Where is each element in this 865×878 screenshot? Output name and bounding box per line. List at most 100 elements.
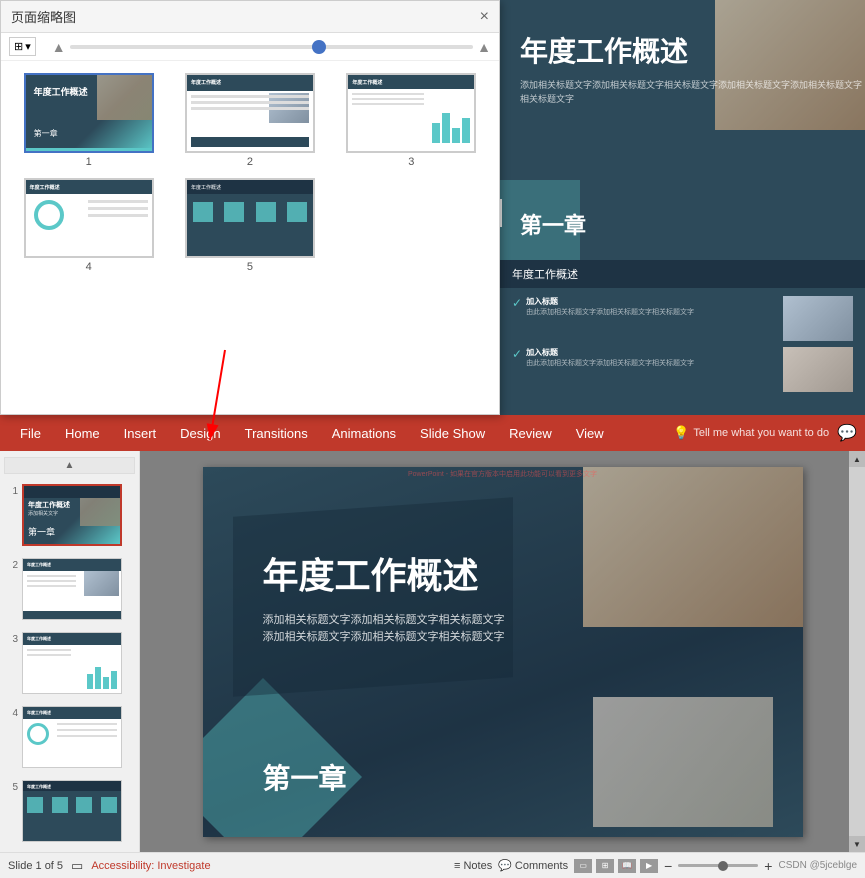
scroll-track[interactable] — [849, 467, 865, 836]
tab-review[interactable]: Review — [497, 418, 564, 449]
view-toggle-button[interactable]: ⊞ ▾ — [9, 37, 36, 56]
ribbon-search-area[interactable]: 💡 Tell me what you want to do — [673, 425, 829, 441]
slide5-header-text: 年度工作概述 — [191, 184, 309, 191]
thumb2-bottom — [23, 611, 121, 619]
slide4-line3 — [88, 214, 148, 217]
scroll-up-button[interactable]: ▲ — [4, 457, 135, 474]
tab-slideshow[interactable]: Slide Show — [408, 418, 497, 449]
zoom-slider[interactable] — [678, 864, 758, 867]
slide1-accent-bar — [26, 148, 152, 151]
slide-list-item-3[interactable]: 3 年度工作概述 — [4, 630, 135, 696]
tab-file[interactable]: File — [8, 418, 53, 449]
slide-thumbnail-1[interactable]: 年度工作概述 添加相关文字 第一章 — [22, 484, 122, 546]
thumbnail-item-4[interactable]: 年度工作概述 4 — [13, 178, 164, 273]
bullet1-image — [783, 296, 853, 341]
zoom-slider-area: ▲ ▲ — [52, 39, 491, 55]
slide-view-icon: ▭ — [71, 858, 83, 874]
slide-num-2: 2 — [6, 560, 18, 571]
zoom-plus[interactable]: + — [764, 858, 772, 874]
thumbnail-slide-2[interactable]: 年度工作概述 — [185, 73, 315, 153]
thumb4-line1 — [57, 723, 117, 725]
slide-num-3: 3 — [6, 634, 18, 645]
tab-transitions[interactable]: Transitions — [233, 418, 320, 449]
normal-view-icon[interactable]: ▭ — [574, 859, 592, 873]
thumbnail-item-2[interactable]: 年度工作概述 2 — [174, 73, 325, 168]
slide-edit-area[interactable]: PowerPoint - 如果在官方版本中启用此功能可以看到更多文字 年度工作概… — [140, 451, 865, 852]
slide-thumbnail-4[interactable]: 年度工作概述 — [22, 706, 122, 768]
watermark-text: PowerPoint - 如果在官方版本中启用此功能可以看到更多文字 — [408, 469, 597, 479]
thumb3-bar4 — [111, 671, 117, 689]
thumb5-icons — [23, 797, 121, 813]
status-left-area: Slide 1 of 5 ▭ Accessibility: Investigat… — [8, 858, 211, 874]
ribbon: File Home Insert Design Transitions Anim… — [0, 415, 865, 451]
slide-sorter-icon[interactable]: ⊞ — [596, 859, 614, 873]
bullet1-desc: 由此添加相关标题文字添加相关标题文字相关标题文字 — [526, 307, 694, 317]
scroll-down-btn[interactable]: ▼ — [849, 836, 865, 852]
panel-collapse-button[interactable]: ◀ — [500, 199, 502, 227]
preview-main-title: 年度工作概述 — [520, 30, 865, 70]
thumb3-line1 — [27, 649, 71, 651]
thumbnail-item-3[interactable]: 年度工作概述 3 — [336, 73, 487, 168]
close-icon[interactable]: × — [480, 8, 489, 26]
slide-thumbnail-5[interactable]: 年度工作概述 — [22, 780, 122, 842]
slide-info: Slide 1 of 5 — [8, 860, 63, 872]
grid-icon: ⊞ — [14, 40, 23, 53]
slide3-header-text: 年度工作概述 — [352, 79, 470, 86]
tab-home[interactable]: Home — [53, 418, 112, 449]
zoom-out-icon[interactable]: ▲ — [52, 39, 66, 55]
slide-list-item-2[interactable]: 2 年度工作概述 — [4, 556, 135, 622]
slide4-header-text: 年度工作概述 — [30, 184, 148, 191]
thumb2-lines — [27, 575, 76, 590]
tab-animations[interactable]: Animations — [320, 418, 408, 449]
slide-list-item-5[interactable]: 5 年度工作概述 — [4, 778, 135, 844]
search-text[interactable]: Tell me what you want to do — [693, 427, 829, 439]
scroll-up-btn[interactable]: ▲ — [849, 451, 865, 467]
slideshow-icon[interactable]: ▶ — [640, 859, 658, 873]
slide-main-title: 年度工作概述 — [263, 547, 479, 599]
slide3-line3 — [352, 103, 424, 105]
slide2-header-text: 年度工作概述 — [191, 79, 309, 86]
thumbnail-slide-5[interactable]: 年度工作概述 — [185, 178, 315, 258]
thumb2-line1 — [27, 575, 76, 577]
slide1-title: 年度工作概述 — [34, 85, 88, 98]
notes-button[interactable]: ≡ Notes — [454, 860, 492, 872]
chat-icon[interactable]: 💬 — [837, 423, 857, 443]
thumbnail-slide-3[interactable]: 年度工作概述 — [346, 73, 476, 153]
checkmark-icon-2: ✓ — [512, 347, 522, 361]
slide2-bottom-bar — [191, 137, 309, 147]
zoom-in-icon[interactable]: ▲ — [477, 39, 491, 55]
slide-thumbnail-3[interactable]: 年度工作概述 — [22, 632, 122, 694]
thumb4-lines — [57, 723, 117, 741]
thumbnail-slide-4[interactable]: 年度工作概述 — [24, 178, 154, 258]
checkmark-icon-1: ✓ — [512, 296, 522, 310]
slide-list-item-4[interactable]: 4 年度工作概述 — [4, 704, 135, 770]
lightbulb-icon: 💡 — [673, 425, 689, 441]
thumbnail-item-5[interactable]: 年度工作概述 5 — [174, 178, 325, 273]
slide4-lines — [88, 200, 148, 221]
zoom-track[interactable] — [70, 45, 474, 49]
tab-insert[interactable]: Insert — [112, 418, 169, 449]
comments-icon: 💬 — [498, 859, 512, 872]
thumb3-chart — [87, 667, 117, 689]
tab-design[interactable]: Design — [168, 418, 232, 449]
zoom-slider-thumb[interactable] — [718, 861, 728, 871]
comments-button[interactable]: 💬 Comments — [498, 859, 568, 872]
thumb5-icon4 — [101, 797, 117, 813]
slide-list-item-1[interactable]: 1 年度工作概述 添加相关文字 第一章 — [4, 482, 135, 548]
notes-label: Notes — [463, 860, 492, 872]
preview-bullets: ✓ 加入标题 由此添加相关标题文字添加相关标题文字相关标题文字 ✓ 加入标题 由… — [500, 288, 865, 406]
tab-view[interactable]: View — [564, 418, 616, 449]
attribution-text: CSDN @5jceblge — [778, 860, 857, 871]
slide-chapter: 第一章 — [263, 757, 347, 797]
thumb3-bar1 — [87, 674, 93, 689]
slide-thumbnail-2[interactable]: 年度工作概述 — [22, 558, 122, 620]
thumbnail-num-5: 5 — [247, 261, 253, 273]
zoom-minus[interactable]: − — [664, 858, 672, 874]
preview-chapter: 第一章 — [520, 208, 586, 240]
thumbnail-slide-1[interactable]: 年度工作概述 第一章 — [24, 73, 154, 153]
slide-num-5: 5 — [6, 782, 18, 793]
reading-view-icon[interactable]: 📖 — [618, 859, 636, 873]
zoom-thumb[interactable] — [312, 40, 326, 54]
thumbnail-item-1[interactable]: 年度工作概述 第一章 1 — [13, 73, 164, 168]
slide5-icon2 — [224, 202, 244, 222]
